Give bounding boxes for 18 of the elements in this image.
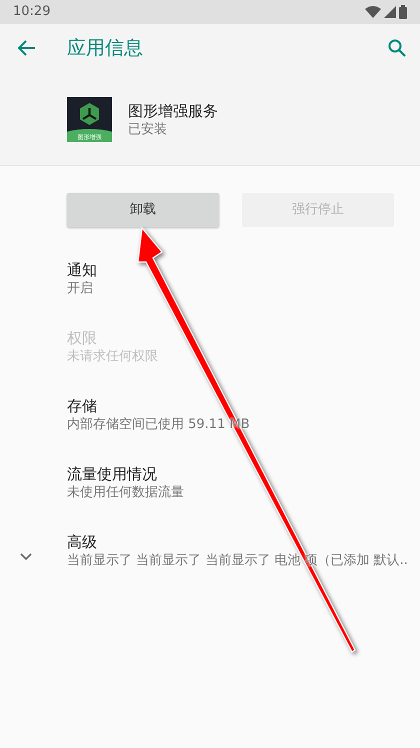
setting-title[interactable]: 高级 (67, 532, 408, 552)
setting-summary: 未使用任何数据流量 (67, 484, 185, 502)
setting-title[interactable]: 流量使用情况 (67, 464, 408, 484)
status-time: 10:29 (13, 3, 50, 22)
setting-summary: 未请求任何权限 (67, 348, 159, 366)
search-icon[interactable] (388, 39, 406, 57)
expand-icon[interactable] (20, 553, 32, 561)
signal-icon (384, 6, 396, 18)
action-button[interactable]: 卸载 (67, 193, 219, 227)
back-icon[interactable] (18, 40, 36, 56)
screen-title: 应用信息 (67, 36, 143, 61)
setting-title[interactable]: 通知 (67, 260, 408, 280)
app-name: 图形增强服务 (128, 100, 218, 120)
app-status: 已安装 (128, 120, 168, 138)
setting-title[interactable]: 存储 (67, 396, 408, 416)
battery-icon (399, 5, 407, 19)
wifi-icon (365, 6, 381, 18)
setting-summary: 开启 (67, 280, 94, 298)
